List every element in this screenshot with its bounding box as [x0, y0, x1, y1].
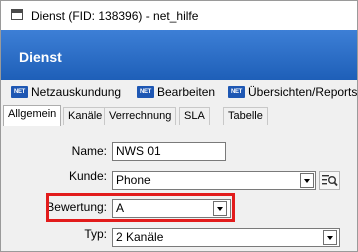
chevron-down-icon[interactable] — [323, 230, 337, 245]
name-input[interactable]: NWS 01 — [112, 142, 226, 161]
tab-allgemein[interactable]: Allgemein — [3, 105, 62, 126]
search-list-icon — [322, 175, 338, 187]
tab-verrechnung[interactable]: Verrechnung — [104, 107, 177, 125]
kunde-select-value: Phone — [116, 173, 151, 187]
tab-sla[interactable]: SLA — [179, 107, 210, 125]
window-app-icon — [11, 9, 23, 20]
toolbar-netzauskundung[interactable]: NET Netzauskundung — [11, 85, 121, 99]
typ-select[interactable]: 2 Kanäle — [112, 228, 340, 247]
net-icon: NET — [11, 86, 28, 98]
toolbar-item-label: Netzauskundung — [31, 85, 122, 99]
kunde-label: Kunde: — [68, 169, 107, 183]
header-banner: Dienst — [1, 30, 357, 80]
toolbar-item-label: Übersichten/Reports — [248, 85, 358, 99]
toolbar-uebersichten-reports[interactable]: NET Übersichten/Reports — [228, 85, 357, 99]
dienst-window: Dienst (FID: 138396) - net_hilfe Dienst … — [0, 0, 358, 252]
toolbar: NET Netzauskundung NET Bearbeiten NET Üb… — [1, 80, 357, 104]
tab-tabelle[interactable]: Tabelle — [223, 107, 268, 125]
toolbar-bearbeiten[interactable]: NET Bearbeiten — [137, 85, 215, 99]
name-label: Name: — [71, 144, 107, 158]
net-icon: NET — [137, 86, 154, 98]
chevron-down-icon[interactable] — [300, 173, 314, 188]
header-title: Dienst — [19, 49, 62, 65]
typ-select-value: 2 Kanäle — [116, 230, 164, 244]
toolbar-item-label: Bearbeiten — [157, 85, 216, 99]
kunde-select[interactable]: Phone — [112, 171, 316, 190]
tab-strip: Allgemein Kanäle Verrechnung SLA Tabelle — [1, 105, 357, 126]
window-title: Dienst (FID: 138396) - net_hilfe — [31, 9, 199, 23]
tab-kanaele[interactable]: Kanäle — [63, 107, 108, 125]
title-bar[interactable]: Dienst (FID: 138396) - net_hilfe — [1, 1, 357, 30]
kunde-search-button[interactable] — [319, 171, 340, 190]
typ-label: Typ: — [84, 227, 107, 241]
highlight-box — [46, 193, 235, 222]
net-icon: NET — [228, 86, 245, 98]
